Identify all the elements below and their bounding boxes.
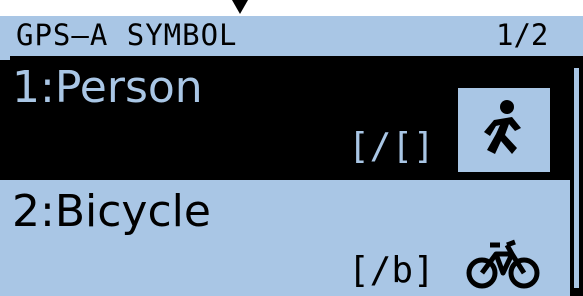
list-item-bicycle[interactable]: 2:Bicycle [/b] (0, 184, 570, 296)
page-indicator: 1/2 (496, 18, 549, 52)
scrollbar[interactable] (570, 60, 583, 296)
item-code: [/[] (348, 126, 435, 167)
gps-symbol-screen: GPS–A SYMBOL 1/2 1:Person [/[] 2:Bicycle… (0, 0, 583, 296)
screen-title: GPS–A SYMBOL (16, 18, 238, 52)
lcd-display: GPS–A SYMBOL 1/2 1:Person [/[] 2:Bicycle… (0, 16, 583, 296)
item-code: [/b] (348, 250, 435, 291)
list-item-person[interactable]: 1:Person [/[] (0, 60, 570, 180)
item-label: 1:Person (12, 62, 203, 113)
scrollbar-track (574, 68, 579, 288)
bicycle-icon (460, 226, 546, 296)
pointer-arrow-icon (232, 0, 248, 14)
item-label: 2:Bicycle (12, 186, 211, 237)
screen-header: GPS–A SYMBOL 1/2 (0, 16, 583, 60)
person-walking-icon (458, 88, 550, 172)
